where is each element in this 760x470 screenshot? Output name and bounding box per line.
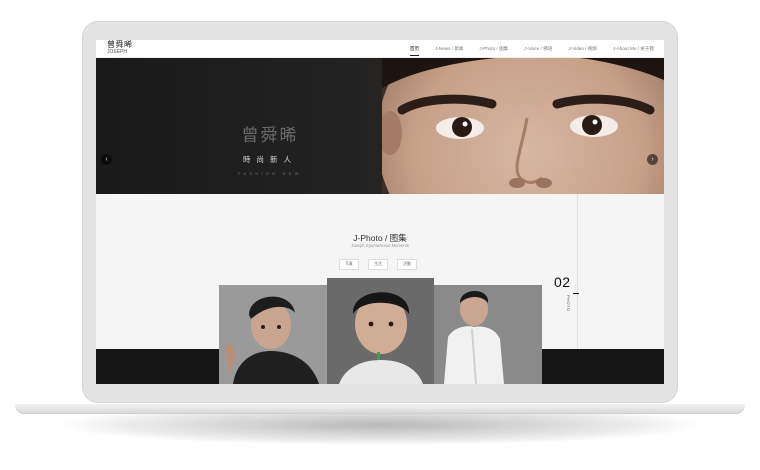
section-number: 02 bbox=[554, 274, 571, 290]
nav-item-about[interactable]: J-About Me / 关于我 bbox=[613, 46, 654, 52]
filter-button-event[interactable]: 活動 bbox=[397, 259, 417, 270]
laptop-base bbox=[15, 404, 745, 413]
gallery-photo-1[interactable] bbox=[219, 285, 327, 384]
top-navbar: 曾舜晞 JOSEPH 首页 J-News / 新闻 J-Photo / 图集 J… bbox=[96, 40, 664, 58]
logo-english: JOSEPH bbox=[107, 49, 128, 55]
nav-item-video[interactable]: J-Video / 视频 bbox=[568, 46, 597, 52]
gallery-subtitle: Joseph Spontaneous Moments bbox=[351, 243, 409, 248]
section-number-tick bbox=[573, 293, 579, 294]
hero-title: 曾舜晞 bbox=[241, 126, 299, 146]
section-number-label: PHOTO bbox=[566, 295, 571, 312]
nav-item-news[interactable]: J-News / 新闻 bbox=[435, 46, 463, 52]
nav-item-photo[interactable]: J-Photo / 图集 bbox=[479, 46, 508, 52]
laptop-screen: 曾舜晞 JOSEPH 首页 J-News / 新闻 J-Photo / 图集 J… bbox=[96, 40, 664, 384]
carousel-prev-arrow-icon[interactable]: ‹ bbox=[101, 154, 112, 165]
hero-portrait-image bbox=[382, 58, 664, 194]
main-nav: 首页 J-News / 新闻 J-Photo / 图集 J-Voice / 佛语… bbox=[409, 40, 654, 57]
hero-banner: 曾舜晞 時尚新人 FASHION NEW ‹ › bbox=[96, 58, 664, 194]
site-logo[interactable]: 曾舜晞 JOSEPH bbox=[107, 41, 133, 55]
filter-button-life[interactable]: 生活 bbox=[368, 259, 388, 270]
hero-text-block: 曾舜晞 時尚新人 FASHION NEW bbox=[230, 121, 310, 176]
nav-item-voice[interactable]: J-Voice / 佛语 bbox=[524, 46, 552, 52]
logo-chinese: 曾舜晞 bbox=[107, 40, 133, 49]
section-divider-line bbox=[577, 194, 578, 349]
filter-button-portrait[interactable]: 写真 bbox=[339, 259, 359, 270]
carousel-next-arrow-icon[interactable]: › bbox=[647, 154, 658, 165]
hero-subtitle: 時尚新人 bbox=[243, 155, 297, 164]
photo-gallery-section: J-Photo / 图集 Joseph Spontaneous Moments … bbox=[96, 194, 664, 384]
hero-subtitle-english: FASHION NEW bbox=[238, 172, 302, 176]
nav-item-home[interactable]: 首页 bbox=[409, 46, 420, 56]
gallery-photo-2[interactable] bbox=[327, 278, 434, 384]
gallery-filter-group: 写真 生活 活動 bbox=[339, 259, 417, 270]
gallery-photo-3[interactable] bbox=[434, 285, 542, 384]
